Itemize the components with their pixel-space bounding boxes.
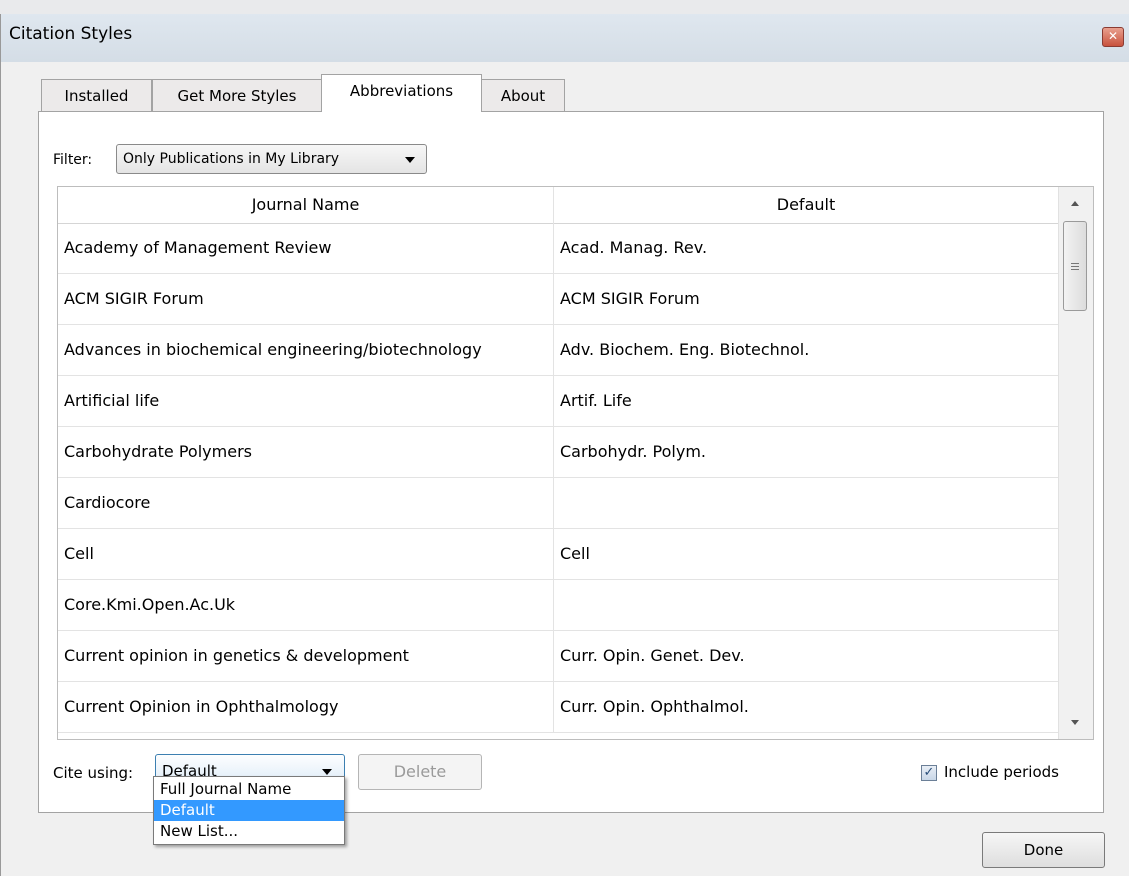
grip-line bbox=[1071, 263, 1079, 264]
close-icon: ✕ bbox=[1107, 29, 1119, 43]
journal-name-cell: Advances in biochemical engineering/biot… bbox=[58, 325, 554, 375]
journal-name-cell: Core.Kmi.Open.Ac.Uk bbox=[58, 580, 554, 630]
journal-name-cell: Current opinion in genetics & developmen… bbox=[58, 631, 554, 681]
filter-dropdown[interactable]: Only Publications in My Library bbox=[116, 144, 427, 174]
done-button[interactable]: Done bbox=[982, 832, 1105, 868]
delete-button[interactable]: Delete bbox=[358, 754, 482, 790]
tab-get-more-styles[interactable]: Get More Styles bbox=[152, 79, 322, 111]
table-row[interactable]: Current Opinion in Ophthalmology Curr. Op… bbox=[58, 682, 1058, 733]
abbreviation-cell[interactable]: Adv. Biochem. Eng. Biotechnol. bbox=[554, 325, 1058, 375]
vertical-scrollbar[interactable] bbox=[1058, 187, 1093, 739]
table-row[interactable]: ACM SIGIR Forum ACM SIGIR Forum bbox=[58, 274, 1058, 325]
option-full-journal-name[interactable]: Full Journal Name bbox=[154, 779, 344, 800]
cite-using-options-list: Full Journal Name Default New List... bbox=[153, 776, 345, 845]
table-row[interactable]: Cell Cell bbox=[58, 529, 1058, 580]
abbreviation-cell[interactable] bbox=[554, 580, 1058, 630]
journal-name-cell: Current Opinion in Ophthalmology bbox=[58, 682, 554, 732]
option-new-list[interactable]: New List... bbox=[154, 821, 344, 842]
abbreviation-cell[interactable]: Cell bbox=[554, 529, 1058, 579]
column-header-default[interactable]: Default bbox=[554, 187, 1058, 223]
title-bar: Citation Styles ✕ bbox=[1, 14, 1129, 62]
scroll-down-icon[interactable] bbox=[1071, 720, 1079, 725]
chevron-down-icon bbox=[405, 157, 415, 163]
abbreviation-cell[interactable]: Carbohydr. Polym. bbox=[554, 427, 1058, 477]
journal-name-cell: ACM SIGIR Forum bbox=[58, 274, 554, 324]
journal-name-cell: Artificial life bbox=[58, 376, 554, 426]
close-button[interactable]: ✕ bbox=[1102, 27, 1124, 47]
abbreviation-cell[interactable]: Acad. Manag. Rev. bbox=[554, 223, 1058, 273]
include-periods-label: Include periods bbox=[944, 763, 1059, 781]
journal-name-cell: Carbohydrate Polymers bbox=[58, 427, 554, 477]
citation-styles-dialog: Citation Styles ✕ Installed Get More Sty… bbox=[0, 14, 1129, 876]
grip-line bbox=[1071, 266, 1079, 267]
cite-using-label: Cite using: bbox=[53, 764, 134, 782]
journal-name-cell: Cell bbox=[58, 529, 554, 579]
abbreviation-cell[interactable]: ACM SIGIR Forum bbox=[554, 274, 1058, 324]
tab-abbreviations[interactable]: Abbreviations bbox=[321, 74, 482, 112]
filter-label: Filter: bbox=[53, 152, 93, 168]
table-row[interactable]: Academy of Management Review Acad. Manag.… bbox=[58, 223, 1058, 274]
table-row[interactable]: Carbohydrate Polymers Carbohydr. Polym. bbox=[58, 427, 1058, 478]
journal-name-cell: Cardiocore bbox=[58, 478, 554, 528]
tab-about[interactable]: About bbox=[481, 79, 565, 111]
table-header: Journal Name Default bbox=[58, 187, 1058, 224]
grip-line bbox=[1071, 269, 1079, 270]
scroll-up-icon[interactable] bbox=[1071, 201, 1079, 206]
abbreviations-table: Journal Name Default Academy of Manageme… bbox=[57, 186, 1094, 740]
abbreviations-panel: Filter: Only Publications in My Library … bbox=[38, 111, 1104, 813]
tab-installed[interactable]: Installed bbox=[41, 79, 152, 111]
scrollbar-thumb[interactable] bbox=[1063, 221, 1087, 311]
table-row[interactable]: Core.Kmi.Open.Ac.Uk bbox=[58, 580, 1058, 631]
journal-name-cell: Academy of Management Review bbox=[58, 223, 554, 273]
abbreviation-cell[interactable] bbox=[554, 478, 1058, 528]
checkmark-icon: ✓ bbox=[923, 765, 935, 780]
abbreviation-cell[interactable]: Curr. Opin. Genet. Dev. bbox=[554, 631, 1058, 681]
table-row[interactable]: Advances in biochemical engineering/biot… bbox=[58, 325, 1058, 376]
table-row[interactable]: Cardiocore bbox=[58, 478, 1058, 529]
chevron-down-icon bbox=[322, 769, 332, 775]
filter-value: Only Publications in My Library bbox=[123, 151, 340, 167]
table-row[interactable]: Current opinion in genetics & developmen… bbox=[58, 631, 1058, 682]
abbreviation-cell[interactable]: Curr. Opin. Ophthalmol. bbox=[554, 682, 1058, 732]
option-default[interactable]: Default bbox=[154, 800, 344, 821]
window-title: Citation Styles bbox=[9, 24, 133, 44]
abbreviation-cell[interactable]: Artif. Life bbox=[554, 376, 1058, 426]
include-periods-checkbox[interactable]: ✓ bbox=[921, 765, 937, 781]
table-row[interactable]: Artificial life Artif. Life bbox=[58, 376, 1058, 427]
column-header-journal-name[interactable]: Journal Name bbox=[58, 187, 554, 223]
